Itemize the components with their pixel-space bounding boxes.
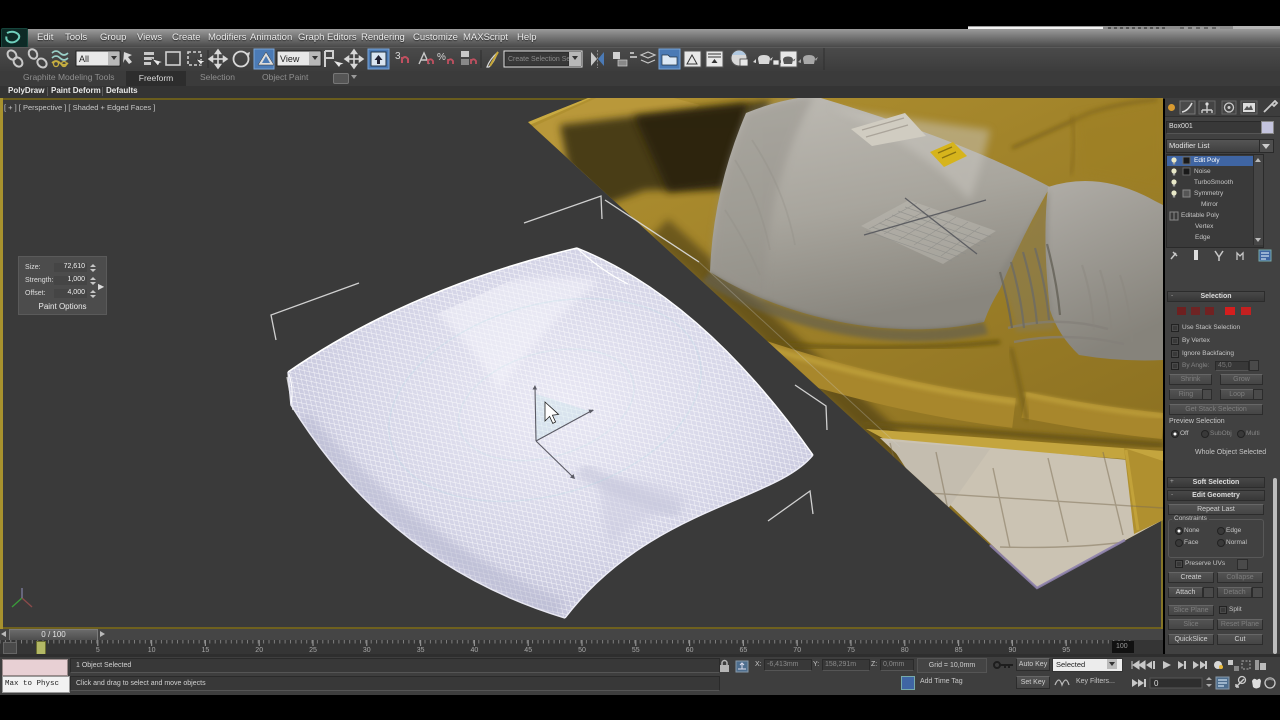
svg-text:View: View bbox=[280, 54, 300, 64]
svg-text:45: 45 bbox=[524, 647, 532, 654]
svg-text:90: 90 bbox=[1009, 647, 1017, 654]
svg-text:30: 30 bbox=[363, 647, 371, 654]
svg-text:25: 25 bbox=[309, 647, 317, 654]
svg-text:85: 85 bbox=[955, 647, 963, 654]
svg-text:95: 95 bbox=[1062, 647, 1070, 654]
svg-text:70: 70 bbox=[793, 647, 801, 654]
svg-text:0: 0 bbox=[1154, 679, 1159, 688]
svg-text:75: 75 bbox=[847, 647, 855, 654]
svg-text:Create Selection Se: Create Selection Se bbox=[508, 56, 570, 63]
svg-text:65: 65 bbox=[740, 647, 748, 654]
svg-text:40: 40 bbox=[471, 647, 479, 654]
svg-text:All: All bbox=[79, 54, 89, 64]
svg-text:%: % bbox=[437, 52, 446, 63]
svg-text:35: 35 bbox=[417, 647, 425, 654]
svg-text:60: 60 bbox=[686, 647, 694, 654]
svg-text:20: 20 bbox=[255, 647, 263, 654]
svg-text:5: 5 bbox=[96, 647, 100, 654]
svg-text:3: 3 bbox=[395, 51, 401, 62]
svg-text:55: 55 bbox=[632, 647, 640, 654]
svg-text:50: 50 bbox=[578, 647, 586, 654]
svg-text:80: 80 bbox=[901, 647, 909, 654]
svg-text:15: 15 bbox=[202, 647, 210, 654]
svg-text:10: 10 bbox=[148, 647, 156, 654]
